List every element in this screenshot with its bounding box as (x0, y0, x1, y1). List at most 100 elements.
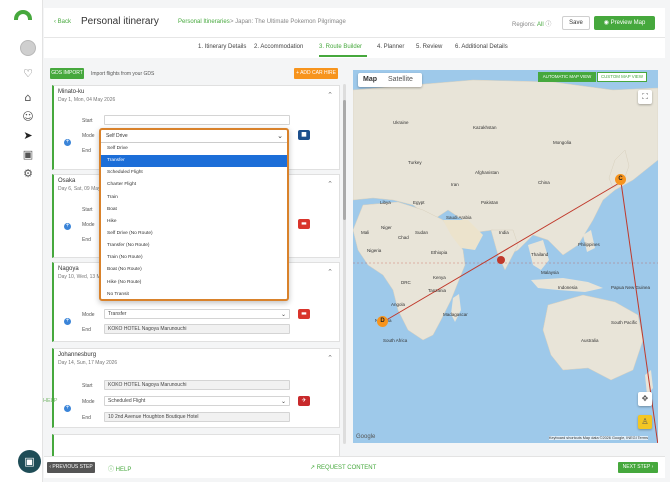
bus-icon[interactable]: ▬ (298, 219, 310, 229)
mode-label: Mode (82, 222, 95, 228)
add-stop-icon[interactable]: + (64, 405, 71, 412)
map-marker-d[interactable]: D (377, 316, 388, 327)
users-icon[interactable]: ☺ (22, 111, 34, 123)
request-content-button[interactable]: ↗ REQUEST CONTENT (310, 464, 376, 471)
mode-select[interactable]: Scheduled Flight ⌄ (104, 396, 290, 406)
plane-icon[interactable]: ✈ (298, 396, 310, 406)
custom-map-view-button[interactable]: CUSTOM MAP VIEW (597, 72, 647, 82)
tab-itinerary-details[interactable]: 1. Itinerary Details (198, 44, 246, 50)
previous-step-label: PREVIOUS STEP (52, 464, 93, 470)
page-header: ‹ Back Personal itinerary Personal Itine… (44, 8, 665, 38)
map-label: Egypt (413, 200, 425, 205)
mode-select[interactable]: Transfer ⌄ (104, 309, 290, 319)
dropdown-option-no-transit[interactable]: No Transit (101, 289, 287, 299)
dropdown-option-charter-flight[interactable]: Charter Flight (101, 179, 287, 191)
car-icon[interactable]: ■ (298, 130, 310, 140)
help-button[interactable]: ⓘ HELP (108, 464, 131, 473)
map-label: Saudi Arabia (446, 215, 472, 220)
fullscreen-icon[interactable]: ⛶ (638, 90, 652, 104)
dropdown-option-hike[interactable]: Hike (101, 216, 287, 228)
request-content-label: REQUEST CONTENT (316, 465, 377, 471)
map-label: Sudan (415, 230, 429, 235)
home-icon[interactable]: ⌂ (22, 92, 34, 104)
dropdown-option-hike-no-route[interactable]: Hike (No Route) (101, 277, 287, 289)
mode-dropdown-value: Self Drive (106, 133, 128, 139)
map-label: Ukraine (393, 120, 409, 125)
dropdown-option-self-drive[interactable]: Self Drive (101, 143, 287, 155)
plane-marker-icon[interactable] (497, 256, 505, 264)
dropdown-option-transfer[interactable]: Transfer (101, 155, 287, 168)
dropdown-option-train-no-route[interactable]: Train (No Route) (101, 252, 287, 264)
collapse-chevron-icon[interactable]: ⌃ (327, 91, 333, 99)
back-label: Back (57, 19, 72, 25)
start-input[interactable] (104, 115, 290, 125)
bus-icon[interactable]: ▬ (298, 309, 310, 319)
gds-import-button[interactable]: GDS IMPORT (50, 68, 84, 79)
map-tab[interactable]: Map (363, 76, 377, 83)
next-step-button[interactable]: NEXT STEP › (618, 462, 658, 473)
chat-bubble-icon[interactable]: ▣ (18, 450, 41, 473)
dropdown-option-scheduled-flight[interactable]: Scheduled Flight (101, 167, 287, 179)
side-help-label[interactable]: HELP (43, 398, 57, 404)
start-input[interactable]: KOKO HOTEL Nagoya Marunouchi (104, 380, 290, 390)
map-label: Angola (391, 302, 406, 307)
breadcrumb-current-label: Japan: The Ultimate Pokemon Pilgrimage (235, 19, 346, 25)
map-label: Malaysia (541, 270, 559, 275)
satellite-tab[interactable]: Satellite (388, 76, 413, 83)
avatar[interactable] (20, 40, 36, 56)
previous-step-button[interactable]: ‹ PREVIOUS STEP (47, 462, 95, 473)
end-input[interactable]: KOKO HOTEL Nagoya Marunouchi (104, 324, 290, 334)
collapse-chevron-icon[interactable]: ⌃ (327, 268, 333, 276)
street-view-icon[interactable]: ♙ (638, 415, 652, 429)
end-input[interactable]: 10 2nd Avenue Houghton Boutique Hotel (104, 412, 290, 422)
collapse-chevron-icon[interactable]: ⌃ (327, 354, 333, 362)
preview-map-button[interactable]: ◉ Preview Map (594, 16, 655, 30)
madagascar-land (451, 294, 461, 322)
dropdown-option-boat[interactable]: Boat (101, 204, 287, 216)
eye-icon: ◉ (603, 20, 609, 26)
map-type-toggle[interactable]: Map Satellite (358, 73, 422, 87)
tab-review[interactable]: 5. Review (416, 44, 442, 50)
regions-selector[interactable]: Regions: All ⓘ (512, 19, 551, 28)
add-car-hire-button[interactable]: + ADD CAR HIRE (294, 68, 338, 79)
map-marker-c[interactable]: C (615, 174, 626, 185)
map-label: Indonesia (558, 285, 578, 290)
card-title: Osaka (58, 178, 76, 184)
dropdown-option-transfer-no-route[interactable]: Transfer (No Route) (101, 240, 287, 252)
add-stop-icon[interactable]: + (64, 223, 71, 230)
next-step-label: NEXT STEP (622, 464, 651, 470)
bell-icon[interactable]: ♡ (22, 68, 34, 80)
add-stop-icon[interactable]: + (64, 139, 71, 146)
map-camera-icon[interactable]: ✥ (638, 392, 652, 406)
map-label: Philippines (578, 242, 600, 247)
dropdown-option-boat-no-route[interactable]: Boat (No Route) (101, 264, 287, 276)
map-label: Libya (380, 200, 391, 205)
map-attribution[interactable]: Keyboard shortcuts Map data ©2026 Google… (549, 436, 648, 440)
save-button[interactable]: Save (562, 16, 590, 30)
collapse-chevron-icon[interactable]: ⌃ (327, 180, 333, 188)
tab-route-builder[interactable]: 3. Route Builder (319, 44, 362, 50)
dropdown-option-train[interactable]: Train (101, 192, 287, 204)
automatic-map-view-button[interactable]: AUTOMATIC MAP VIEW (538, 72, 596, 82)
route-map[interactable]: Map Satellite AUTOMATIC MAP VIEW CUSTOM … (353, 70, 658, 443)
card-title: Johannesburg (58, 352, 97, 358)
tab-accommodation[interactable]: 2. Accommodation (254, 44, 303, 50)
mode-label: Mode (82, 133, 95, 139)
add-stop-icon[interactable]: + (64, 318, 71, 325)
mode-dropdown[interactable]: Self Drive ⌄ Self Drive Transfer Schedule… (99, 128, 289, 301)
image-icon[interactable]: ▣ (22, 149, 34, 161)
start-label: Start (82, 383, 93, 389)
breadcrumb-current: > Japan: The Ultimate Pokemon Pilgrimage (230, 19, 346, 25)
tab-additional-details[interactable]: 6. Additional Details (455, 44, 508, 50)
panel-scrollbar-thumb[interactable] (343, 100, 346, 220)
send-icon[interactable]: ➤ (22, 130, 34, 142)
start-label: Start (82, 118, 93, 124)
mode-dropdown-current[interactable]: Self Drive ⌄ (101, 130, 287, 143)
gear-icon[interactable]: ⚙ (22, 168, 34, 180)
breadcrumb-link[interactable]: Personal Itineraries (178, 19, 230, 25)
end-label: End (82, 237, 91, 243)
chevron-up-icon: ⌄ (277, 132, 283, 140)
back-button[interactable]: ‹ Back (54, 19, 71, 25)
dropdown-option-self-drive-no-route[interactable]: Self Drive (No Route) (101, 228, 287, 240)
tab-planner[interactable]: 4. Planner (377, 44, 404, 50)
